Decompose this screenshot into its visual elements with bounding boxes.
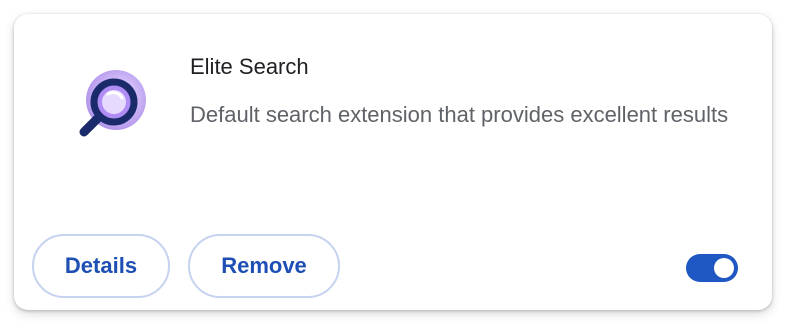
extension-name: Elite Search <box>190 54 309 79</box>
enable-toggle[interactable] <box>686 254 738 282</box>
extension-description: Default search extension that provides e… <box>190 102 729 127</box>
details-button[interactable]: Details <box>32 234 170 298</box>
toggle-knob <box>714 258 734 278</box>
magnifier-icon <box>64 64 154 154</box>
extension-card: Elite Search Default search extension th… <box>14 14 772 310</box>
extension-page: Elite Search Default search extension th… <box>0 0 798 330</box>
remove-button[interactable]: Remove <box>188 234 340 298</box>
